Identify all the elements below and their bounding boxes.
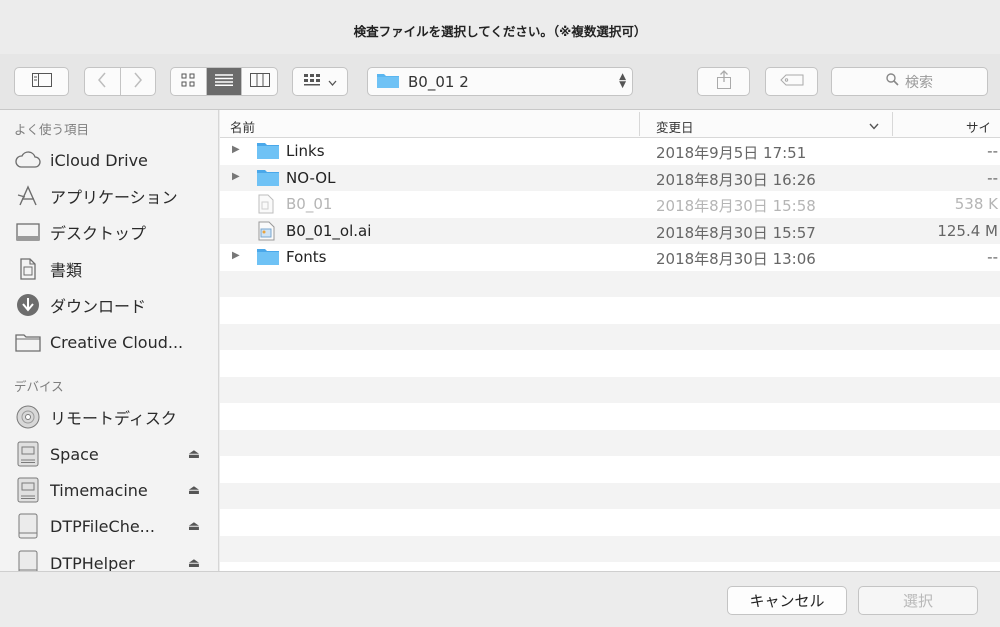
disclosure-triangle-icon[interactable]: ▶ (232, 144, 240, 155)
disclosure-triangle-icon[interactable]: ▶ (232, 250, 240, 261)
list-view-button[interactable] (206, 68, 243, 95)
empty-row (220, 323, 1000, 350)
desktop-icon (14, 218, 42, 246)
sidebar-icon (31, 72, 52, 91)
table-row[interactable]: ▶ Fonts 2018年8月30日 13:06 -- (220, 244, 1000, 271)
column-header: 名前 変更日 サイ (220, 110, 1000, 138)
empty-row (220, 509, 1000, 536)
sidebar-item-dtphelper[interactable]: DTPHelper ⏏ (14, 548, 214, 571)
eject-icon[interactable]: ⏏ (184, 556, 204, 571)
column-divider[interactable] (892, 112, 893, 136)
search-icon (886, 73, 899, 90)
updown-chevron-icon: ▲ ▼ (619, 72, 626, 90)
removable-drive-icon (14, 512, 42, 540)
sidebar-item-dtpfilechecker[interactable]: DTPFileChe... ⏏ (14, 511, 214, 541)
disc-icon (14, 403, 42, 431)
sidebar-item-space[interactable]: Space ⏏ (14, 439, 214, 469)
sidebar-item-applications[interactable]: アプリケーション (14, 181, 214, 211)
empty-row (220, 429, 1000, 456)
table-row[interactable]: B0_01_ol.ai 2018年8月30日 15:57 125.4 M (220, 217, 1000, 245)
select-button[interactable]: 選択 (858, 586, 978, 615)
eject-icon[interactable]: ⏏ (184, 483, 204, 498)
chevron-left-icon (97, 72, 107, 92)
table-row[interactable]: ▶ Links 2018年9月5日 17:51 -- (220, 138, 1000, 165)
sort-chevron-down-icon (869, 118, 879, 133)
empty-row (220, 403, 1000, 430)
sidebar-item-documents[interactable]: 書類 (14, 254, 214, 284)
devices-header: デバイス (14, 379, 64, 394)
empty-row (220, 350, 1000, 377)
search-placeholder: 検索 (905, 74, 933, 91)
tag-button[interactable] (765, 67, 818, 96)
eject-icon[interactable]: ⏏ (184, 447, 204, 462)
chevron-down-icon (328, 74, 337, 90)
sidebar-item-downloads[interactable]: ダウンロード (14, 290, 214, 320)
sidebar: よく使う項目 iCloud Drive アプリケーション デスクトップ 書類 ダ… (0, 110, 219, 571)
icon-view-button[interactable] (171, 68, 207, 95)
folder-icon (256, 247, 280, 270)
back-forward-control (84, 67, 156, 96)
folder-icon (376, 71, 400, 93)
icon-view-icon (181, 73, 195, 91)
folder-icon (256, 168, 280, 191)
documents-icon (14, 255, 42, 283)
column-divider[interactable] (639, 112, 640, 136)
list-view-icon (215, 73, 233, 90)
path-label: B0_01 2 (408, 72, 469, 91)
empty-row (220, 562, 1000, 571)
folder-icon (14, 328, 42, 356)
empty-row (220, 456, 1000, 483)
column-view-button[interactable] (242, 68, 277, 95)
empty-row (220, 482, 1000, 509)
empty-row (220, 376, 1000, 403)
back-button[interactable] (85, 68, 121, 95)
removable-drive-icon (14, 549, 42, 571)
button-bar: キャンセル 選択 (0, 571, 1000, 627)
drive-icon (14, 476, 42, 504)
sidebar-item-desktop[interactable]: デスクトップ (14, 217, 214, 247)
path-popup[interactable]: B0_01 2 ▲ ▼ (367, 67, 633, 96)
folder-icon (256, 141, 280, 164)
empty-row (220, 535, 1000, 562)
table-row[interactable]: B0_01 2018年8月30日 15:58 538 K (220, 191, 1000, 218)
window-title: 検査ファイルを選択してください。（※複数選択可） (353, 24, 647, 39)
drive-icon (14, 440, 42, 468)
cloud-icon (14, 146, 42, 174)
cancel-button[interactable]: キャンセル (727, 586, 847, 615)
sidebar-item-creative-cloud[interactable]: Creative Cloud... (14, 327, 214, 357)
file-rows: ▶ Links 2018年9月5日 17:51 -- ▶ NO-OL 2018年… (220, 138, 1000, 571)
document-icon (258, 194, 274, 218)
file-list: 名前 変更日 サイ ▶ Links 2018年9月5日 17:51 -- ▶ N… (220, 110, 1000, 571)
disclosure-triangle-icon[interactable]: ▶ (232, 171, 240, 182)
column-view-icon (249, 72, 270, 91)
forward-button[interactable] (121, 68, 156, 95)
sidebar-toggle-button[interactable] (14, 67, 69, 96)
sidebar-item-icloud-drive[interactable]: iCloud Drive (14, 145, 214, 175)
toolbar: B0_01 2 ▲ ▼ 検索 (0, 54, 1000, 110)
favorites-header: よく使う項目 (14, 122, 90, 137)
sidebar-item-remote-disc[interactable]: リモートディスク (14, 402, 214, 432)
download-icon (14, 291, 42, 319)
eject-icon[interactable]: ⏏ (184, 519, 204, 534)
group-view-button[interactable] (292, 67, 348, 96)
illustrator-file-icon (258, 221, 276, 245)
table-row[interactable]: ▶ NO-OL 2018年8月30日 16:26 -- (220, 164, 1000, 191)
empty-row (220, 297, 1000, 324)
column-header-name[interactable]: 名前 (230, 117, 255, 136)
search-input[interactable]: 検索 (831, 67, 988, 96)
column-header-size[interactable]: サイ (966, 117, 991, 136)
sidebar-item-timemacine[interactable]: Timemacine ⏏ (14, 475, 214, 505)
tag-icon (779, 74, 804, 90)
chevron-right-icon (133, 72, 143, 92)
empty-row (220, 270, 1000, 297)
group-view-icon (303, 73, 324, 90)
title-bar: 検査ファイルを選択してください。（※複数選択可） (0, 0, 1000, 54)
column-header-date[interactable]: 変更日 (656, 117, 694, 136)
applications-icon (14, 182, 42, 210)
share-icon (716, 69, 732, 94)
view-mode-control (170, 67, 278, 96)
share-button[interactable] (697, 67, 750, 96)
